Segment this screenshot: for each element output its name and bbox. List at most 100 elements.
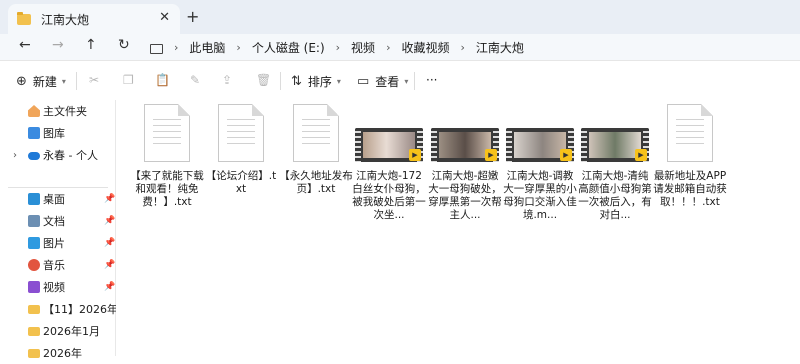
cut-icon[interactable]: ✂ (89, 73, 99, 87)
sidebar-item-documents[interactable]: 文档 📌 (0, 210, 116, 232)
folder-icon (28, 349, 40, 358)
view-icon: ▭ (357, 74, 370, 89)
refresh-button[interactable]: ↻ (118, 37, 130, 53)
file-name: 最新地址及APP请发邮箱自动获取！！！.txt (653, 170, 727, 208)
file-name: 江南大炮-超嫩大一母狗破处，穿厚黑第一次帮主人... (428, 170, 502, 221)
videos-icon (28, 281, 40, 293)
desktop-icon (28, 193, 40, 205)
pictures-icon (28, 237, 40, 249)
file-item[interactable]: ▶ 江南大炮-超嫩大一母狗破处，穿厚黑第一次帮主人... (428, 104, 502, 222)
paste-icon[interactable]: 📋 (155, 73, 170, 87)
video-thumbnail-icon: ▶ (506, 128, 574, 162)
tab-bar: 江南大炮 ✕ + (0, 0, 800, 34)
play-badge-icon: ▶ (409, 149, 421, 161)
file-name: 江南大炮-172白丝女仆母狗，被我破处后第一次坐... (352, 170, 426, 221)
sidebar-item-desktop[interactable]: 桌面 📌 (0, 188, 116, 210)
chevron-right-icon: › (335, 41, 341, 54)
chevron-right-icon[interactable]: › (13, 150, 17, 161)
sort-icon: ⇅ (291, 74, 302, 89)
view-button[interactable]: ▭ 查看 ▾ (357, 73, 408, 90)
play-badge-icon: ▶ (635, 149, 647, 161)
play-badge-icon: ▶ (560, 149, 572, 161)
chevron-down-icon: ▾ (336, 77, 341, 86)
home-icon (28, 105, 40, 117)
chevron-right-icon: › (386, 41, 391, 54)
tab-title: 江南大炮 (41, 12, 90, 27)
file-item[interactable]: ▶ 江南大炮-清纯高颜值小母狗第一次被后入，有对白... (578, 104, 652, 222)
delete-icon[interactable]: 🗑 (256, 73, 271, 87)
pin-icon: 📌 (104, 260, 116, 270)
file-name: 江南大炮-清纯高颜值小母狗第一次被后入，有对白... (578, 170, 652, 221)
divider (414, 72, 415, 90)
rename-icon[interactable]: ✎ (190, 73, 200, 87)
sidebar-item-label: 永春 - 个人 (43, 149, 98, 162)
chevron-down-icon: ▾ (61, 77, 66, 86)
file-name: 【永久地址发布页】.txt (279, 170, 353, 195)
sidebar-item-label: 2026年 (43, 347, 82, 360)
sidebar-item-label: 2026年1月 (43, 325, 100, 338)
chevron-right-icon: › (460, 41, 465, 54)
file-name: 【论坛介绍】.txt (205, 170, 277, 195)
file-item[interactable]: 【论坛介绍】.txt (204, 104, 278, 196)
plus-circle-icon: ⊕ (16, 74, 27, 89)
pin-icon: 📌 (104, 282, 116, 292)
file-name: 【来了就能下载和观看！纯免费！】.txt (130, 170, 204, 208)
sidebar-item-videos[interactable]: 视频 📌 (0, 276, 116, 298)
folder-icon (28, 327, 40, 336)
text-file-icon (218, 104, 264, 162)
sidebar-item-folder[interactable]: 2026年1月 (0, 320, 116, 342)
sidebar-item-label: 图片 (43, 237, 65, 250)
sort-label: 排序 (307, 75, 332, 89)
file-item[interactable]: 【永久地址发布页】.txt (279, 104, 353, 196)
sidebar-item-gallery[interactable]: 图库 (0, 122, 116, 144)
tab-active[interactable]: 江南大炮 ✕ (8, 4, 180, 34)
pin-icon: 📌 (104, 194, 116, 204)
new-label: 新建 (32, 75, 57, 89)
file-item[interactable]: ▶ 江南大炮-调教大一穿厚黑的小母狗口交渐入佳境.m... (503, 104, 577, 222)
sidebar-item-label: 音乐 (43, 259, 65, 272)
pin-icon: 📌 (104, 238, 116, 248)
text-file-icon (144, 104, 190, 162)
breadcrumb-item[interactable]: 收藏视频 (401, 39, 449, 56)
file-item[interactable]: ▶ 江南大炮-172白丝女仆母狗，被我破处后第一次坐... (352, 104, 426, 222)
back-button[interactable]: ← (19, 37, 31, 53)
breadcrumb-item[interactable]: 此电脑 (189, 39, 225, 56)
sidebar-item-home[interactable]: 主文件夹 (0, 100, 116, 122)
up-button[interactable]: ↑ (85, 37, 97, 53)
folder-icon (28, 305, 40, 314)
cloud-icon (28, 152, 40, 160)
sidebar-item-pictures[interactable]: 图片 📌 (0, 232, 116, 254)
file-item[interactable]: 最新地址及APP请发邮箱自动获取！！！.txt (653, 104, 727, 209)
music-icon (28, 259, 40, 271)
folder-icon (17, 11, 31, 25)
close-icon[interactable]: ✕ (159, 10, 170, 25)
view-label: 查看 (375, 75, 400, 89)
sidebar-item-label: 桌面 (43, 193, 65, 206)
sidebar-item-folder[interactable]: 2026年 (0, 342, 116, 364)
more-options-button[interactable]: ··· (426, 73, 437, 87)
sidebar-item-onedrive[interactable]: › 永春 - 个人 (0, 144, 116, 166)
video-thumbnail-icon: ▶ (581, 128, 649, 162)
breadcrumb[interactable]: › 此电脑 › 个人磁盘 (E:) › 视频 › 收藏视频 › 江南大炮 (150, 39, 524, 56)
breadcrumb-item[interactable]: 江南大炮 (476, 39, 524, 56)
sidebar-item-music[interactable]: 音乐 📌 (0, 254, 116, 276)
computer-icon (150, 43, 163, 54)
sidebar-item-folder[interactable]: 【11】2026年1 (0, 298, 116, 320)
forward-button[interactable]: → (52, 37, 64, 53)
sidebar-item-label: 图库 (43, 127, 65, 140)
video-thumbnail-icon: ▶ (355, 128, 423, 162)
sidebar-item-label: 文档 (43, 215, 65, 228)
sort-button[interactable]: ⇅ 排序 ▾ (291, 73, 341, 90)
sidebar-item-label: 视频 (43, 281, 65, 294)
share-icon[interactable]: ⇪ (222, 73, 232, 87)
file-item[interactable]: 【来了就能下载和观看！纯免费！】.txt (130, 104, 204, 209)
video-thumbnail-icon: ▶ (431, 128, 499, 162)
sidebar-item-label: 【11】2026年1 (43, 303, 116, 316)
chevron-right-icon: › (236, 41, 241, 54)
document-icon (28, 215, 40, 227)
new-button[interactable]: ⊕ 新建 ▾ (16, 73, 66, 90)
breadcrumb-item[interactable]: 个人磁盘 (E:) (252, 39, 325, 56)
breadcrumb-item[interactable]: 视频 (351, 39, 375, 56)
copy-icon[interactable]: ❐ (123, 73, 134, 87)
new-tab-button[interactable]: + (186, 7, 199, 26)
